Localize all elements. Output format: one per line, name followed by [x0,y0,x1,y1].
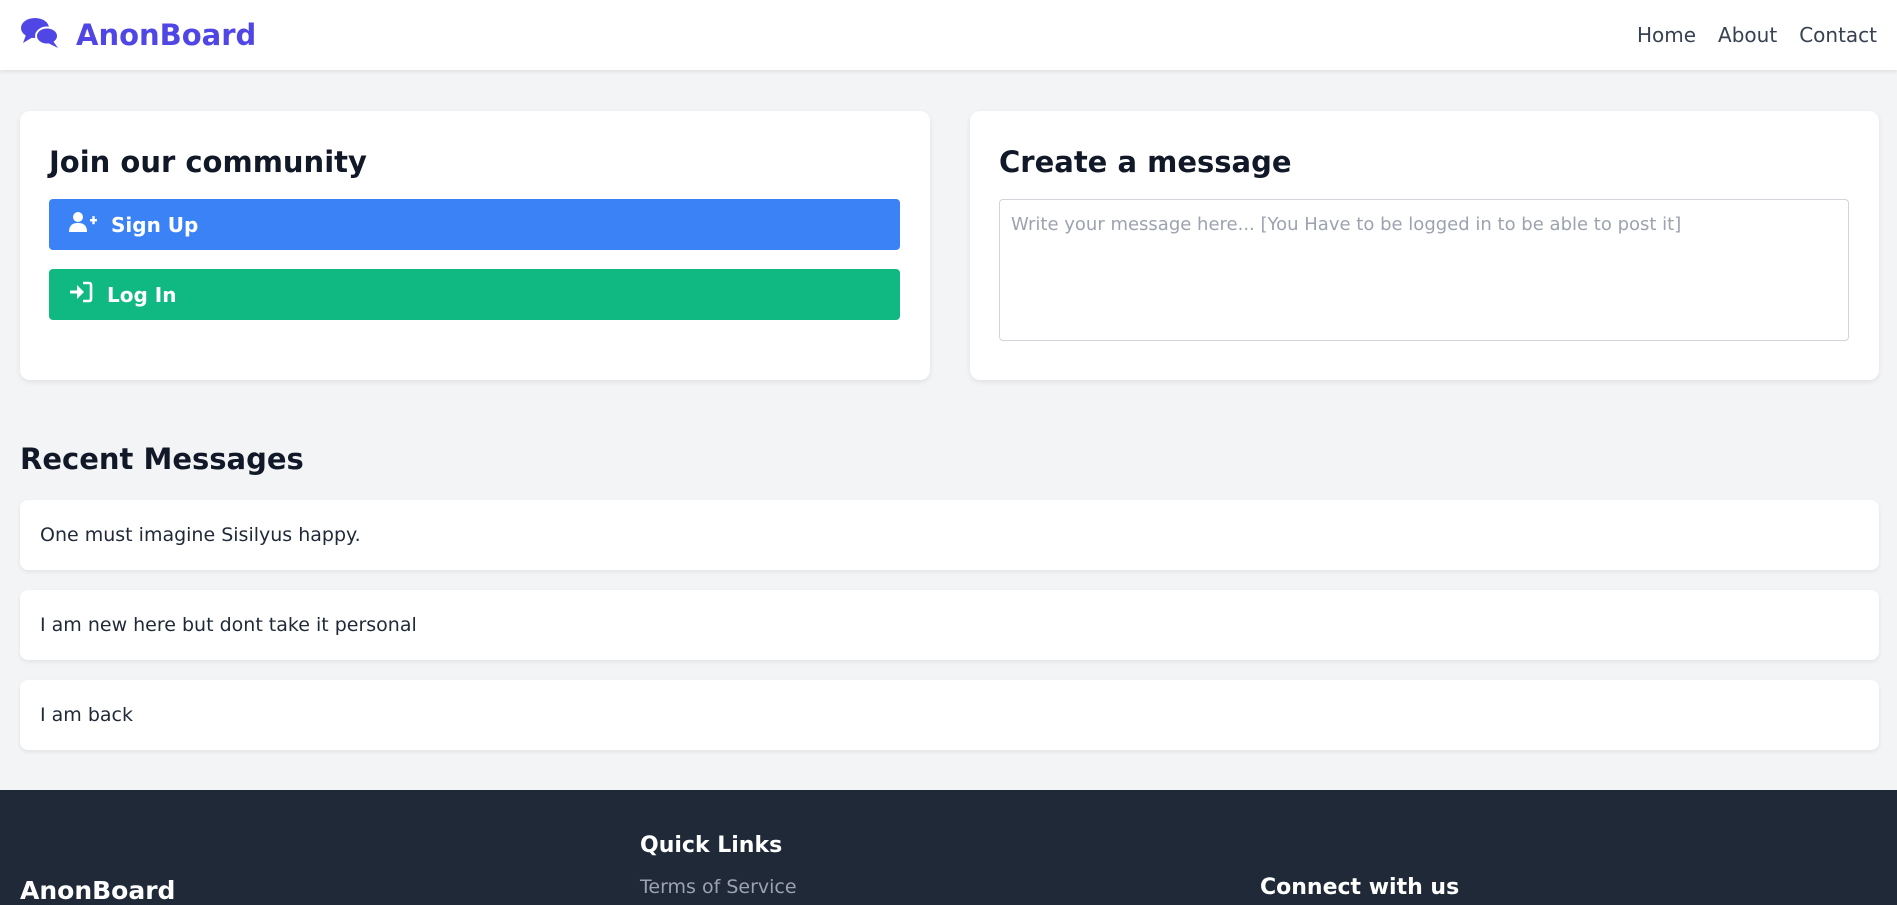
message-item: I am new here but dont take it personal [20,590,1879,660]
sign-in-icon [69,281,93,308]
join-community-card: Join our community Sign Up Log In [20,111,930,380]
log-in-label: Log In [107,282,177,307]
nav-link-home[interactable]: Home [1637,23,1696,47]
nav-link-contact[interactable]: Contact [1799,23,1877,47]
user-plus-icon [69,211,97,238]
create-message-title: Create a message [999,145,1292,179]
message-item: One must imagine Sisilyus happy. [20,500,1879,570]
message-input[interactable] [999,199,1849,341]
log-in-button[interactable]: Log In [49,269,900,320]
footer: AnonBoard Quick Links Terms of Service C… [0,790,1897,905]
nav-links: Home About Contact [1637,23,1877,47]
comments-icon [20,16,60,54]
navbar: AnonBoard Home About Contact [0,0,1897,70]
brand-name: AnonBoard [76,18,257,52]
message-item: I am back [20,680,1879,750]
join-community-title: Join our community [49,145,367,179]
recent-messages-title: Recent Messages [20,442,304,476]
sign-up-label: Sign Up [111,212,199,237]
connect-heading: Connect with us [1260,875,1460,900]
nav-link-about[interactable]: About [1718,23,1777,47]
brand[interactable]: AnonBoard [20,16,256,54]
quick-links-heading: Quick Links [640,833,783,858]
terms-of-service-link[interactable]: Terms of Service [640,876,797,898]
recent-messages-list: One must imagine Sisilyus happy. I am ne… [20,500,1879,770]
create-message-card: Create a message [970,111,1879,380]
sign-up-button[interactable]: Sign Up [49,199,900,250]
footer-brand: AnonBoard [20,876,176,905]
